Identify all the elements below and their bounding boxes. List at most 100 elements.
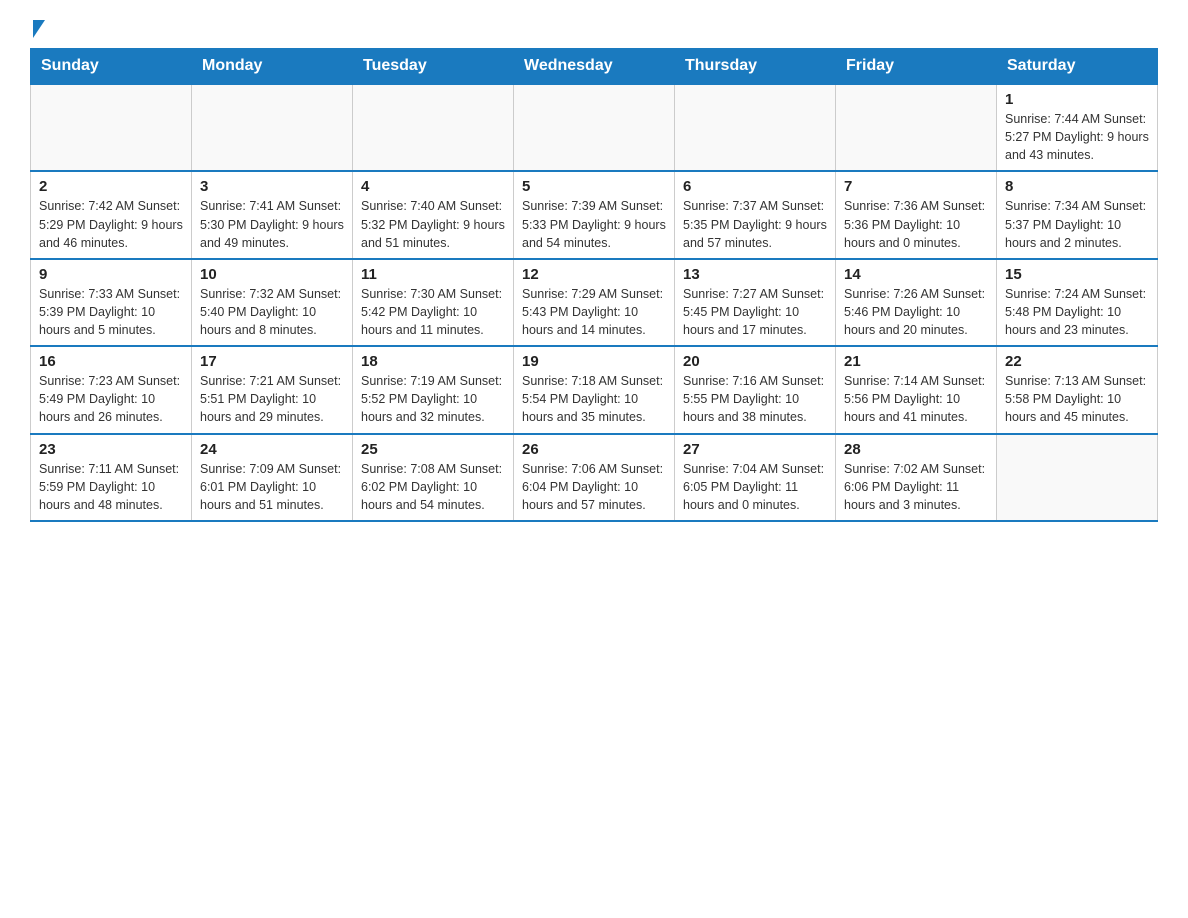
day-info: Sunrise: 7:33 AM Sunset: 5:39 PM Dayligh… [39,285,183,339]
day-number: 1 [1005,91,1149,108]
day-info: Sunrise: 7:09 AM Sunset: 6:01 PM Dayligh… [200,460,344,514]
day-info: Sunrise: 7:11 AM Sunset: 5:59 PM Dayligh… [39,460,183,514]
day-number: 26 [522,441,666,458]
day-info: Sunrise: 7:44 AM Sunset: 5:27 PM Dayligh… [1005,110,1149,164]
day-info: Sunrise: 7:08 AM Sunset: 6:02 PM Dayligh… [361,460,505,514]
logo-arrow-icon [33,20,45,38]
calendar-cell: 7 Sunrise: 7:36 AM Sunset: 5:36 PM Daylig… [836,171,997,258]
calendar-cell: 24 Sunrise: 7:09 AM Sunset: 6:01 PM Dayli… [192,434,353,521]
day-number: 11 [361,266,505,283]
day-info: Sunrise: 7:27 AM Sunset: 5:45 PM Dayligh… [683,285,827,339]
calendar-cell: 12 Sunrise: 7:29 AM Sunset: 5:43 PM Dayli… [514,259,675,346]
day-info: Sunrise: 7:32 AM Sunset: 5:40 PM Dayligh… [200,285,344,339]
day-number: 27 [683,441,827,458]
day-number: 2 [39,178,183,195]
day-number: 12 [522,266,666,283]
day-number: 18 [361,353,505,370]
calendar-cell [192,84,353,171]
day-header-saturday: Saturday [997,49,1158,85]
day-info: Sunrise: 7:16 AM Sunset: 5:55 PM Dayligh… [683,372,827,426]
day-info: Sunrise: 7:14 AM Sunset: 5:56 PM Dayligh… [844,372,988,426]
day-number: 23 [39,441,183,458]
calendar-cell: 25 Sunrise: 7:08 AM Sunset: 6:02 PM Dayli… [353,434,514,521]
calendar-cell: 11 Sunrise: 7:30 AM Sunset: 5:42 PM Dayli… [353,259,514,346]
day-number: 4 [361,178,505,195]
calendar-cell: 18 Sunrise: 7:19 AM Sunset: 5:52 PM Dayli… [353,346,514,433]
calendar-cell [997,434,1158,521]
day-info: Sunrise: 7:13 AM Sunset: 5:58 PM Dayligh… [1005,372,1149,426]
calendar-cell: 8 Sunrise: 7:34 AM Sunset: 5:37 PM Daylig… [997,171,1158,258]
calendar-cell [514,84,675,171]
day-number: 17 [200,353,344,370]
day-number: 21 [844,353,988,370]
calendar-cell: 5Sunrise: 7:39 AM Sunset: 5:33 PM Daylig… [514,171,675,258]
calendar-week-row: 23 Sunrise: 7:11 AM Sunset: 5:59 PM Dayli… [31,434,1158,521]
calendar-cell: 28 Sunrise: 7:02 AM Sunset: 6:06 PM Dayli… [836,434,997,521]
day-number: 13 [683,266,827,283]
day-number: 14 [844,266,988,283]
calendar-cell: 14 Sunrise: 7:26 AM Sunset: 5:46 PM Dayli… [836,259,997,346]
day-info: Sunrise: 7:06 AM Sunset: 6:04 PM Dayligh… [522,460,666,514]
day-info: Sunrise: 7:26 AM Sunset: 5:46 PM Dayligh… [844,285,988,339]
calendar-cell [675,84,836,171]
calendar-cell: 4Sunrise: 7:40 AM Sunset: 5:32 PM Daylig… [353,171,514,258]
calendar-cell: 13 Sunrise: 7:27 AM Sunset: 5:45 PM Dayli… [675,259,836,346]
calendar-cell: 17 Sunrise: 7:21 AM Sunset: 5:51 PM Dayli… [192,346,353,433]
day-info: Sunrise: 7:34 AM Sunset: 5:37 PM Dayligh… [1005,197,1149,251]
calendar-week-row: 2 Sunrise: 7:42 AM Sunset: 5:29 PM Daylig… [31,171,1158,258]
calendar-cell: 3Sunrise: 7:41 AM Sunset: 5:30 PM Daylig… [192,171,353,258]
calendar-cell [353,84,514,171]
day-number: 7 [844,178,988,195]
day-number: 15 [1005,266,1149,283]
calendar-table: SundayMondayTuesdayWednesdayThursdayFrid… [30,48,1158,522]
day-info: Sunrise: 7:02 AM Sunset: 6:06 PM Dayligh… [844,460,988,514]
day-number: 6 [683,178,827,195]
day-header-monday: Monday [192,49,353,85]
day-info: Sunrise: 7:23 AM Sunset: 5:49 PM Dayligh… [39,372,183,426]
day-info: Sunrise: 7:29 AM Sunset: 5:43 PM Dayligh… [522,285,666,339]
day-info: Sunrise: 7:19 AM Sunset: 5:52 PM Dayligh… [361,372,505,426]
page-header [30,20,1158,38]
day-number: 28 [844,441,988,458]
day-number: 16 [39,353,183,370]
day-number: 19 [522,353,666,370]
calendar-cell: 9 Sunrise: 7:33 AM Sunset: 5:39 PM Daylig… [31,259,192,346]
day-info: Sunrise: 7:39 AM Sunset: 5:33 PM Dayligh… [522,197,666,251]
calendar-cell: 16 Sunrise: 7:23 AM Sunset: 5:49 PM Dayli… [31,346,192,433]
calendar-cell: 1 Sunrise: 7:44 AM Sunset: 5:27 PM Daylig… [997,84,1158,171]
calendar-cell [31,84,192,171]
day-info: Sunrise: 7:36 AM Sunset: 5:36 PM Dayligh… [844,197,988,251]
day-number: 8 [1005,178,1149,195]
calendar-cell: 10 Sunrise: 7:32 AM Sunset: 5:40 PM Dayli… [192,259,353,346]
calendar-cell: 6 Sunrise: 7:37 AM Sunset: 5:35 PM Daylig… [675,171,836,258]
day-info: Sunrise: 7:04 AM Sunset: 6:05 PM Dayligh… [683,460,827,514]
day-number: 22 [1005,353,1149,370]
calendar-cell: 23 Sunrise: 7:11 AM Sunset: 5:59 PM Dayli… [31,434,192,521]
day-header-friday: Friday [836,49,997,85]
logo [30,20,45,38]
day-number: 9 [39,266,183,283]
day-info: Sunrise: 7:24 AM Sunset: 5:48 PM Dayligh… [1005,285,1149,339]
day-info: Sunrise: 7:37 AM Sunset: 5:35 PM Dayligh… [683,197,827,251]
day-number: 25 [361,441,505,458]
day-number: 10 [200,266,344,283]
calendar-header-row: SundayMondayTuesdayWednesdayThursdayFrid… [31,49,1158,85]
calendar-cell [836,84,997,171]
day-header-sunday: Sunday [31,49,192,85]
day-number: 20 [683,353,827,370]
calendar-week-row: 1 Sunrise: 7:44 AM Sunset: 5:27 PM Daylig… [31,84,1158,171]
day-info: Sunrise: 7:18 AM Sunset: 5:54 PM Dayligh… [522,372,666,426]
day-number: 24 [200,441,344,458]
calendar-cell: 27 Sunrise: 7:04 AM Sunset: 6:05 PM Dayli… [675,434,836,521]
day-info: Sunrise: 7:42 AM Sunset: 5:29 PM Dayligh… [39,197,183,251]
day-header-thursday: Thursday [675,49,836,85]
day-header-wednesday: Wednesday [514,49,675,85]
calendar-cell: 15 Sunrise: 7:24 AM Sunset: 5:48 PM Dayli… [997,259,1158,346]
calendar-cell: 22 Sunrise: 7:13 AM Sunset: 5:58 PM Dayli… [997,346,1158,433]
day-info: Sunrise: 7:21 AM Sunset: 5:51 PM Dayligh… [200,372,344,426]
calendar-cell: 20 Sunrise: 7:16 AM Sunset: 5:55 PM Dayli… [675,346,836,433]
day-info: Sunrise: 7:30 AM Sunset: 5:42 PM Dayligh… [361,285,505,339]
calendar-cell: 2 Sunrise: 7:42 AM Sunset: 5:29 PM Daylig… [31,171,192,258]
day-info: Sunrise: 7:41 AM Sunset: 5:30 PM Dayligh… [200,197,344,251]
calendar-week-row: 16 Sunrise: 7:23 AM Sunset: 5:49 PM Dayli… [31,346,1158,433]
